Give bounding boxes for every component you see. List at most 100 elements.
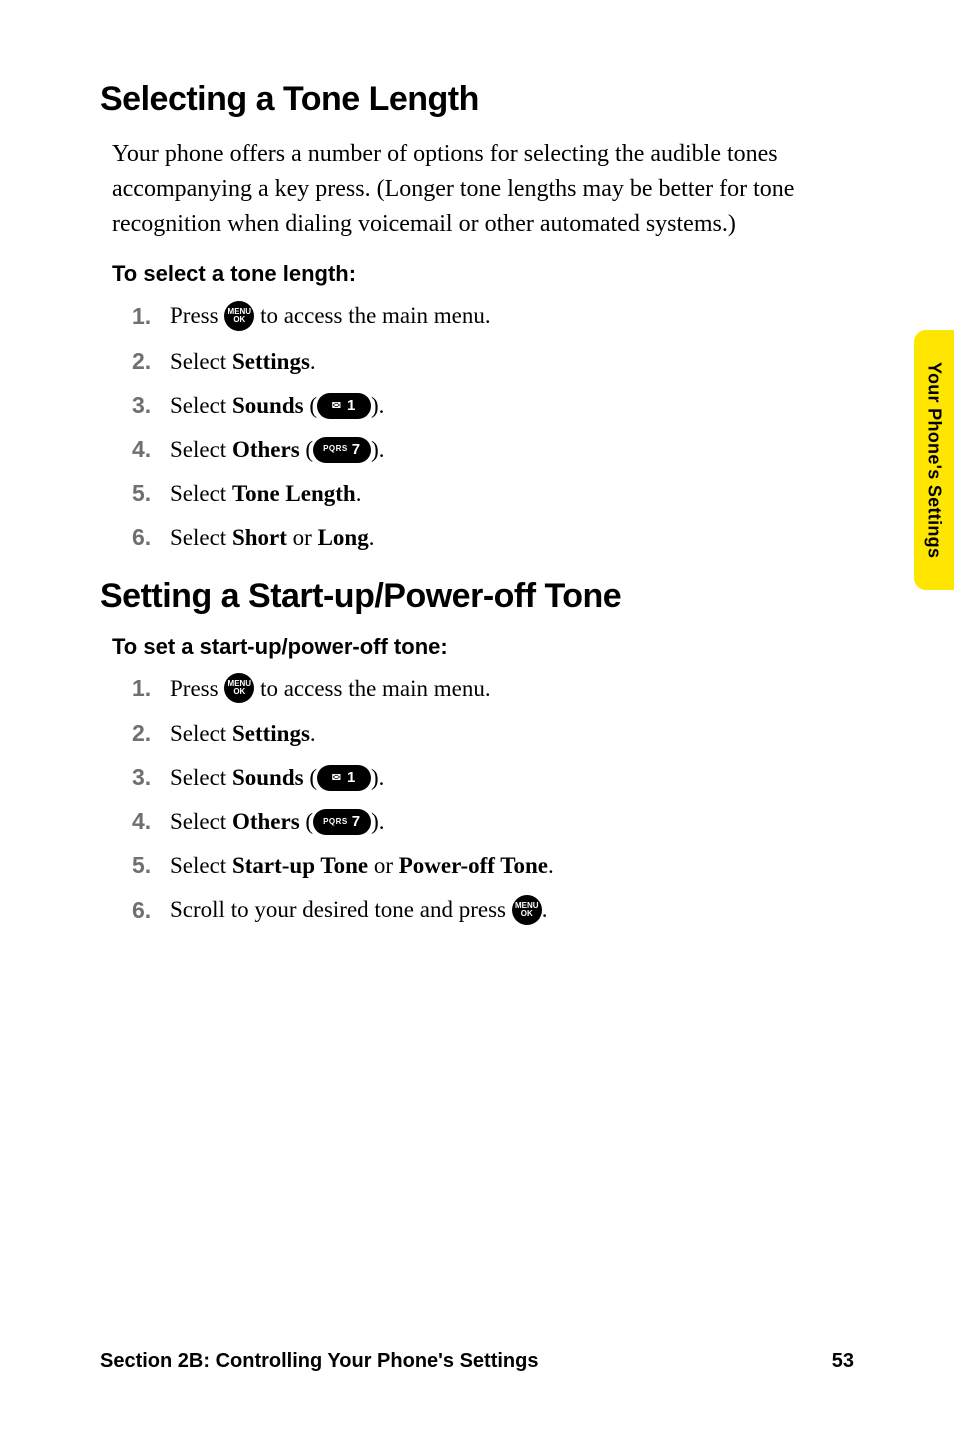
step-body: Select Sounds (✉1).	[170, 391, 854, 421]
steps-startup-tone: 1. Press MENUOK to access the main menu.…	[100, 674, 854, 927]
list-item: 1. Press MENUOK to access the main menu.	[132, 674, 854, 706]
text: Scroll to your desired tone and press	[170, 897, 512, 922]
list-item: 1. Press MENUOK to access the main menu.	[132, 301, 854, 333]
step-body: Scroll to your desired tone and press ME…	[170, 895, 854, 927]
key-label: 7	[352, 440, 361, 460]
bold-text: Sounds	[232, 393, 304, 418]
subheading-select-tone: To select a tone length:	[100, 261, 854, 287]
text: (	[300, 437, 313, 462]
step-body: Select Tone Length.	[170, 479, 854, 509]
heading-tone-length: Selecting a Tone Length	[100, 80, 854, 119]
list-item: 5. Select Start-up Tone or Power-off Ton…	[132, 851, 854, 881]
text: Select	[170, 481, 232, 506]
text: (	[304, 765, 317, 790]
footer-page-number: 53	[832, 1350, 854, 1373]
text: (	[304, 393, 317, 418]
footer-section: Section 2B: Controlling Your Phone's Set…	[100, 1350, 539, 1373]
step-number: 3.	[132, 763, 170, 793]
bold-text: Sounds	[232, 765, 304, 790]
text: Select	[170, 765, 232, 790]
key-sublabel: PQRS	[323, 444, 348, 454]
text: ).	[371, 393, 384, 418]
step-body: Select Others ( PQRS 7).	[170, 435, 854, 465]
bold-text: Tone Length	[232, 481, 356, 506]
intro-paragraph: Your phone offers a number of options fo…	[100, 137, 854, 241]
text: (	[300, 809, 313, 834]
text: ).	[371, 765, 384, 790]
manual-page: Your Phone's Settings Selecting a Tone L…	[0, 0, 954, 1431]
menu-ok-key-icon: MENUOK	[224, 673, 254, 703]
side-tab-label: Your Phone's Settings	[924, 362, 945, 558]
key-7-icon: PQRS 7	[313, 437, 371, 463]
step-body: Press MENUOK to access the main menu.	[170, 674, 854, 706]
step-body: Press MENUOK to access the main menu.	[170, 301, 854, 333]
text: .	[310, 721, 316, 746]
step-number: 1.	[132, 674, 170, 704]
page-footer: Section 2B: Controlling Your Phone's Set…	[100, 1350, 854, 1373]
envelope-icon: ✉	[332, 771, 341, 785]
step-number: 5.	[132, 851, 170, 881]
step-number: 4.	[132, 435, 170, 465]
list-item: 6. Select Short or Long.	[132, 523, 854, 553]
list-item: 3. Select Sounds (✉1).	[132, 391, 854, 421]
key-label: 1	[347, 396, 356, 416]
bold-text: Power-off Tone	[399, 853, 548, 878]
text: ).	[371, 809, 384, 834]
step-body: Select Settings.	[170, 719, 854, 749]
text: Select	[170, 349, 232, 374]
list-item: 6. Scroll to your desired tone and press…	[132, 895, 854, 927]
bold-text: Others	[232, 437, 300, 462]
steps-tone-length: 1. Press MENUOK to access the main menu.…	[100, 301, 854, 552]
text: Select	[170, 437, 232, 462]
text: to access the main menu.	[254, 676, 490, 701]
bold-text: Start-up Tone	[232, 853, 368, 878]
list-item: 3. Select Sounds ( ✉ 1).	[132, 763, 854, 793]
text: .	[548, 853, 554, 878]
text: Select	[170, 853, 232, 878]
step-number: 6.	[132, 523, 170, 553]
text: Select	[170, 809, 232, 834]
list-item: 4. Select Others (PQRS7).	[132, 807, 854, 837]
step-body: Select Sounds ( ✉ 1).	[170, 763, 854, 793]
subheading-set-startup: To set a start-up/power-off tone:	[100, 634, 854, 660]
text: .	[542, 897, 548, 922]
step-number: 1.	[132, 302, 170, 332]
step-number: 3.	[132, 391, 170, 421]
text: Press	[170, 303, 224, 328]
side-tab: Your Phone's Settings	[914, 330, 954, 590]
list-item: 4. Select Others ( PQRS 7).	[132, 435, 854, 465]
text: to access the main menu.	[254, 303, 490, 328]
text: or	[368, 853, 399, 878]
step-number: 5.	[132, 479, 170, 509]
step-number: 2.	[132, 347, 170, 377]
bold-text: Long	[318, 525, 369, 550]
text: ).	[371, 437, 384, 462]
text: .	[356, 481, 362, 506]
list-item: 5. Select Tone Length.	[132, 479, 854, 509]
list-item: 2. Select Settings.	[132, 719, 854, 749]
step-body: Select Start-up Tone or Power-off Tone.	[170, 851, 854, 881]
text: or	[287, 525, 318, 550]
text: Select	[170, 393, 232, 418]
bold-text: Short	[232, 525, 287, 550]
step-body: Select Others (PQRS7).	[170, 807, 854, 837]
key-label: 1	[347, 768, 356, 788]
key-7-icon: PQRS7	[313, 809, 371, 835]
step-number: 2.	[132, 719, 170, 749]
text: .	[369, 525, 375, 550]
key-1-icon: ✉1	[317, 393, 371, 419]
menu-ok-key-icon: MENUOK	[512, 895, 542, 925]
step-body: Select Settings.	[170, 347, 854, 377]
text: Select	[170, 525, 232, 550]
text: Select	[170, 721, 232, 746]
step-number: 4.	[132, 807, 170, 837]
key-sublabel: PQRS	[323, 817, 348, 827]
envelope-icon: ✉	[332, 399, 341, 413]
bold-text: Settings	[232, 349, 310, 374]
list-item: 2. Select Settings.	[132, 347, 854, 377]
step-body: Select Short or Long.	[170, 523, 854, 553]
menu-ok-key-icon: MENUOK	[224, 301, 254, 331]
bold-text: Settings	[232, 721, 310, 746]
bold-text: Others	[232, 809, 300, 834]
heading-startup-tone: Setting a Start-up/Power-off Tone	[100, 577, 854, 616]
